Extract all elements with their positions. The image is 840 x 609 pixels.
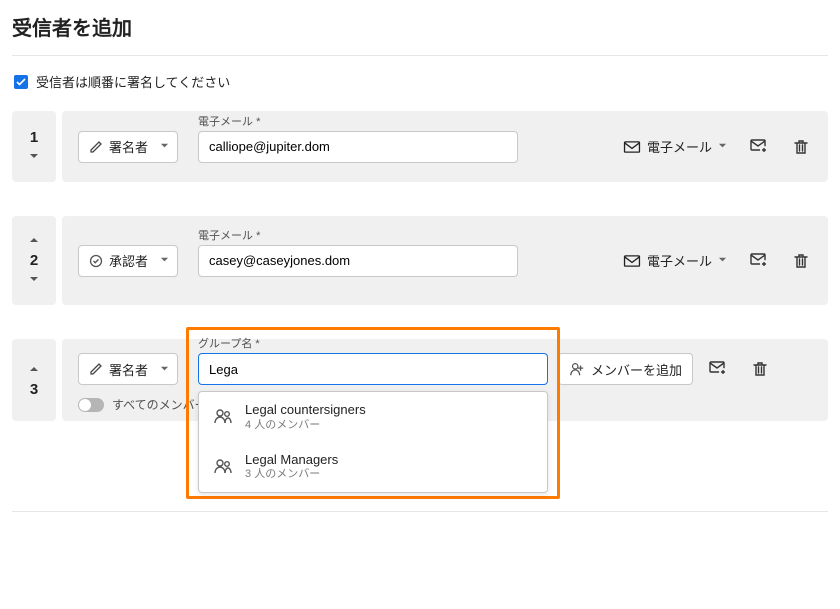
toggle-icon [78, 398, 104, 412]
role-label: 署名者 [109, 360, 148, 379]
delete-button[interactable] [790, 250, 812, 272]
recipient-body: 署名者 電子メール * 電子メール [62, 111, 828, 182]
recipient-row: 2 承認者 電子メール * 電子メール [12, 216, 828, 305]
divider [12, 55, 828, 56]
delivery-label: 電子メール [647, 251, 712, 270]
envelope-icon [623, 140, 641, 154]
order-column: 1 [12, 111, 56, 182]
checkbox-icon [14, 75, 28, 89]
message-plus-icon [709, 360, 727, 378]
trash-icon [792, 252, 810, 270]
custom-message-button[interactable] [748, 250, 770, 272]
delete-button[interactable] [790, 136, 812, 158]
custom-message-button[interactable] [748, 136, 770, 158]
recipient-row: 1 署名者 電子メール * 電子メール [12, 111, 828, 182]
move-down-button[interactable] [25, 273, 43, 287]
role-select[interactable]: 承認者 [78, 245, 178, 277]
email-input[interactable] [198, 131, 518, 163]
email-label: 電子メール * [198, 113, 260, 129]
chevron-down-icon [160, 142, 169, 151]
group-plus-icon [569, 361, 585, 377]
delivery-select[interactable]: 電子メール [616, 131, 734, 163]
divider [12, 511, 828, 512]
move-down-button[interactable] [25, 150, 43, 164]
chevron-down-icon [718, 256, 727, 265]
role-select[interactable]: 署名者 [78, 131, 178, 163]
order-number: 2 [30, 252, 38, 269]
move-up-button[interactable] [25, 363, 43, 377]
page-title: 受信者を追加 [12, 12, 828, 49]
delete-button[interactable] [749, 358, 771, 380]
chevron-down-icon [160, 256, 169, 265]
move-up-button[interactable] [25, 234, 43, 248]
role-label: 署名者 [109, 137, 148, 156]
email-input[interactable] [198, 245, 518, 277]
role-select[interactable]: 署名者 [78, 353, 178, 385]
envelope-icon [623, 254, 641, 268]
order-column: 2 [12, 216, 56, 305]
approve-icon [89, 254, 103, 268]
group-label: グループ名 * [198, 335, 260, 351]
email-label: 電子メール * [198, 227, 260, 243]
delivery-select[interactable]: 電子メール [616, 245, 734, 277]
order-column: 3 [12, 339, 56, 421]
recipient-body: 承認者 電子メール * 電子メール [62, 216, 828, 305]
order-number: 1 [30, 129, 38, 146]
suggestion-name: Legal Managers [245, 452, 338, 468]
message-plus-icon [750, 252, 768, 270]
sign-in-order-option[interactable]: 受信者は順番に署名してください [14, 72, 828, 91]
chevron-down-icon [718, 142, 727, 151]
suggestion-item[interactable]: Legal countersigners 4 人のメンバー [199, 392, 547, 442]
suggestion-name: Legal countersigners [245, 402, 366, 418]
message-plus-icon [750, 138, 768, 156]
trash-icon [751, 360, 769, 378]
custom-message-button[interactable] [707, 358, 729, 380]
order-number: 3 [30, 381, 38, 398]
trash-icon [792, 138, 810, 156]
suggestion-item[interactable]: Legal Managers 3 人のメンバー [199, 442, 547, 492]
add-member-label: メンバーを追加 [591, 360, 682, 379]
recipient-row: 3 署名者 グループ名 * メンバーを追加 すべてのメンバー Legal cou… [12, 339, 828, 421]
pen-icon [89, 140, 103, 154]
suggestion-members: 3 人のメンバー [245, 467, 338, 481]
all-members-label: すべてのメンバー [112, 396, 207, 413]
add-member-button[interactable]: メンバーを追加 [558, 353, 693, 385]
delivery-label: 電子メール [647, 137, 712, 156]
pen-icon [89, 362, 103, 376]
sign-in-order-label: 受信者は順番に署名してください [36, 72, 230, 91]
group-input[interactable] [198, 353, 548, 385]
chevron-down-icon [160, 365, 169, 374]
all-members-toggle[interactable]: すべてのメンバー [78, 396, 207, 413]
suggestion-members: 4 人のメンバー [245, 418, 366, 432]
role-label: 承認者 [109, 251, 148, 270]
group-icon [213, 407, 233, 427]
group-icon [213, 457, 233, 477]
group-suggestions: Legal countersigners 4 人のメンバー Legal Mana… [198, 391, 548, 493]
